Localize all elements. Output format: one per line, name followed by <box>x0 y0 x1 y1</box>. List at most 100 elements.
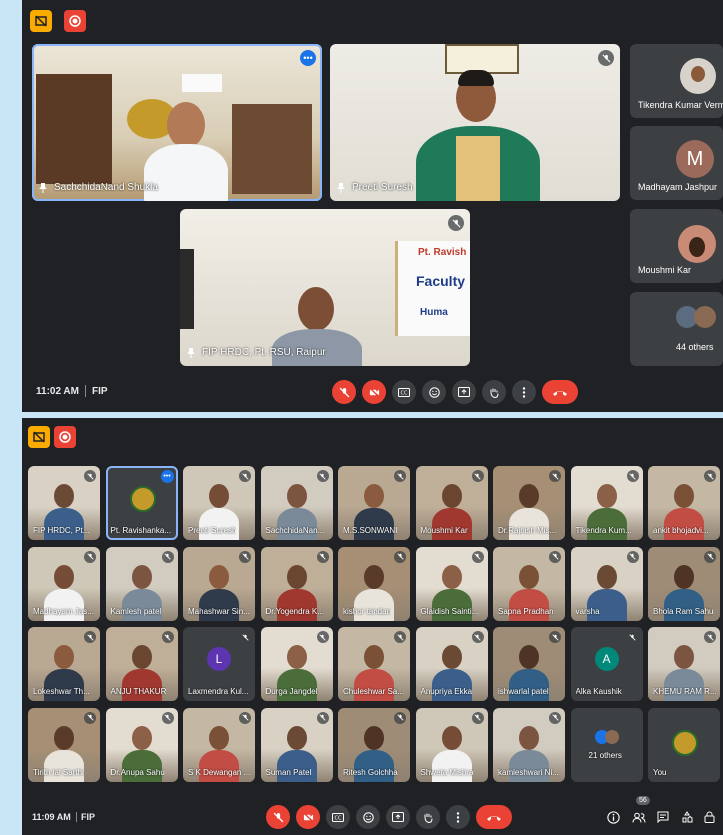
activities-icon[interactable] <box>678 808 696 826</box>
participant-body <box>664 508 704 540</box>
participant-tile[interactable]: ankit bhojadvi... <box>648 466 720 540</box>
end-call-icon[interactable] <box>542 380 578 404</box>
participant-tile[interactable]: S K Dewangan ... <box>183 707 255 782</box>
participant-tile[interactable]: Lokeshwar Th... <box>28 627 100 701</box>
participant-tile[interactable]: Chuleshwar Sa... <box>338 627 410 701</box>
side-tile[interactable]: M Madhayam Jashpur <box>630 126 723 200</box>
video-tile[interactable]: Pt. Ravish Faculty Huma FIP HRDC, Pt. RS… <box>180 209 470 366</box>
chat-icon[interactable] <box>654 808 672 826</box>
participant-tile[interactable]: Dr.Yogendra K... <box>260 546 333 621</box>
participant-name: Moushmi Kar <box>638 265 692 275</box>
participant-tile[interactable]: KHEMU RAM R... <box>648 627 720 701</box>
participant-name: Anupriya Ekka <box>420 687 473 696</box>
raise-hand-icon[interactable] <box>416 805 440 829</box>
more-options-icon[interactable]: ••• <box>300 50 316 66</box>
participant-tile[interactable]: Tikendra Kum... <box>570 466 643 540</box>
participant-tile[interactable]: M.S.SONWANI <box>338 466 410 540</box>
participant-name: Preeti Suresh <box>188 526 237 535</box>
more-options-icon[interactable] <box>446 805 470 829</box>
participant-body <box>44 508 84 540</box>
participant-tile[interactable]: Kamlesh patel <box>105 546 178 621</box>
participant-tile[interactable]: Sapna Pradhan <box>493 546 565 621</box>
info-icon[interactable] <box>604 808 622 826</box>
raise-hand-icon[interactable] <box>482 380 506 404</box>
participant-face <box>364 564 384 589</box>
participant-body <box>431 669 472 701</box>
participant-tile[interactable]: Durga Jangdel <box>260 627 333 701</box>
participant-face <box>596 484 617 508</box>
participant-tile[interactable]: ••• Pt. Ravishanka... <box>105 466 178 540</box>
record-icon[interactable] <box>64 10 86 32</box>
others-tile[interactable]: 21 others <box>570 707 643 782</box>
record-icon[interactable] <box>54 426 76 448</box>
meeting-window-top: ••• SachchidaNand Shukla Preeti Suresh P… <box>22 0 723 412</box>
participant-tile[interactable]: Dr.Rajnish Mis... <box>493 466 565 540</box>
participant-tile[interactable]: Moushmi Kar <box>415 466 488 540</box>
camera-off-icon[interactable] <box>362 380 386 404</box>
people-icon[interactable] <box>630 808 648 826</box>
participant-tile[interactable]: Suman Patel <box>260 707 333 782</box>
present-icon[interactable] <box>28 426 50 448</box>
participant-name: Madhayam Jashpur <box>638 182 718 192</box>
participant-tile[interactable]: SachchidaNan... <box>260 466 333 540</box>
participant-name: ishwarlal patel <box>498 687 549 696</box>
host-controls-icon[interactable] <box>700 808 718 826</box>
participant-name: KHEMU RAM R... <box>653 687 717 696</box>
participant-face <box>674 645 694 669</box>
participant-tile[interactable]: ANJU THAKUR <box>105 627 178 701</box>
participant-body <box>354 588 394 621</box>
participant-name: Mahashwar Sin... <box>188 606 250 616</box>
participant-face <box>286 564 307 589</box>
mic-off-icon <box>316 470 329 482</box>
participant-tile[interactable]: Bhola Ram Sahu <box>648 546 720 621</box>
participant-tile[interactable]: Glaidish Sainti... <box>415 546 488 621</box>
self-tile[interactable]: You <box>648 707 720 782</box>
meeting-time: 11:02 AM <box>36 386 79 397</box>
present-icon[interactable] <box>30 10 52 32</box>
present-screen-icon[interactable] <box>386 805 410 829</box>
participant-tile[interactable]: varsha <box>570 546 643 621</box>
captions-icon[interactable]: CC <box>326 805 350 829</box>
others-count: 44 others <box>676 342 714 352</box>
participant-tile[interactable]: ishwarlal patel <box>493 627 565 701</box>
svg-text:CC: CC <box>401 390 408 396</box>
side-tile[interactable]: Tikendra Kumar Verma <box>630 44 723 118</box>
video-tile[interactable]: Preeti Suresh <box>330 44 620 201</box>
present-screen-icon[interactable] <box>452 380 476 404</box>
emoji-icon[interactable] <box>422 380 446 404</box>
camera-off-icon[interactable] <box>296 805 320 829</box>
mic-off-icon <box>84 470 96 482</box>
participant-body <box>509 588 549 621</box>
more-options-icon[interactable]: ••• <box>160 470 174 483</box>
participant-tile[interactable]: Preeti Suresh <box>183 466 255 540</box>
participant-tile[interactable]: Dr.Anupa Sahu <box>105 707 178 782</box>
logo <box>672 729 698 756</box>
participant-tile[interactable]: FIP HRDC, Pt... <box>28 466 100 540</box>
participant-tile[interactable]: Ritesh Golchha <box>338 707 410 782</box>
participant-tile[interactable]: Tirith lal Sarthi <box>28 707 100 782</box>
end-call-icon[interactable] <box>476 805 512 829</box>
side-tile[interactable]: Moushmi Kar <box>630 209 723 283</box>
emoji-icon[interactable] <box>356 805 380 829</box>
more-options-icon[interactable] <box>512 380 536 404</box>
mic-off-icon[interactable] <box>332 380 356 404</box>
participant-tile[interactable]: Madhayam Jas... <box>28 546 100 621</box>
video-tile[interactable]: ••• SachchidaNand Shukla <box>32 44 322 201</box>
participant-body <box>509 508 549 540</box>
participant-tile[interactable]: Anupriya Ekka <box>415 627 488 701</box>
participant-tile[interactable]: L Laxmendra Kul... <box>183 627 255 701</box>
participant-body <box>354 749 394 782</box>
participant-body <box>276 588 317 621</box>
participant-name: kamleshwari Ni... <box>498 767 559 777</box>
participant-body <box>44 669 84 701</box>
participant-tile[interactable]: Mahashwar Sin... <box>183 546 255 621</box>
mic-off-icon <box>549 550 561 563</box>
participant-tile[interactable]: Shweta Mishra <box>415 707 488 782</box>
participant-tile[interactable]: kamleshwari Ni... <box>493 707 565 782</box>
mic-off-icon[interactable] <box>266 805 290 829</box>
captions-icon[interactable]: CC <box>392 380 416 404</box>
participant-tile[interactable]: kishor tandan <box>338 546 410 621</box>
participant-tile[interactable]: A Alka Kaushik <box>570 627 643 701</box>
participant-name: Lokeshwar Th... <box>33 687 90 696</box>
others-tile[interactable]: 44 others <box>630 292 723 366</box>
